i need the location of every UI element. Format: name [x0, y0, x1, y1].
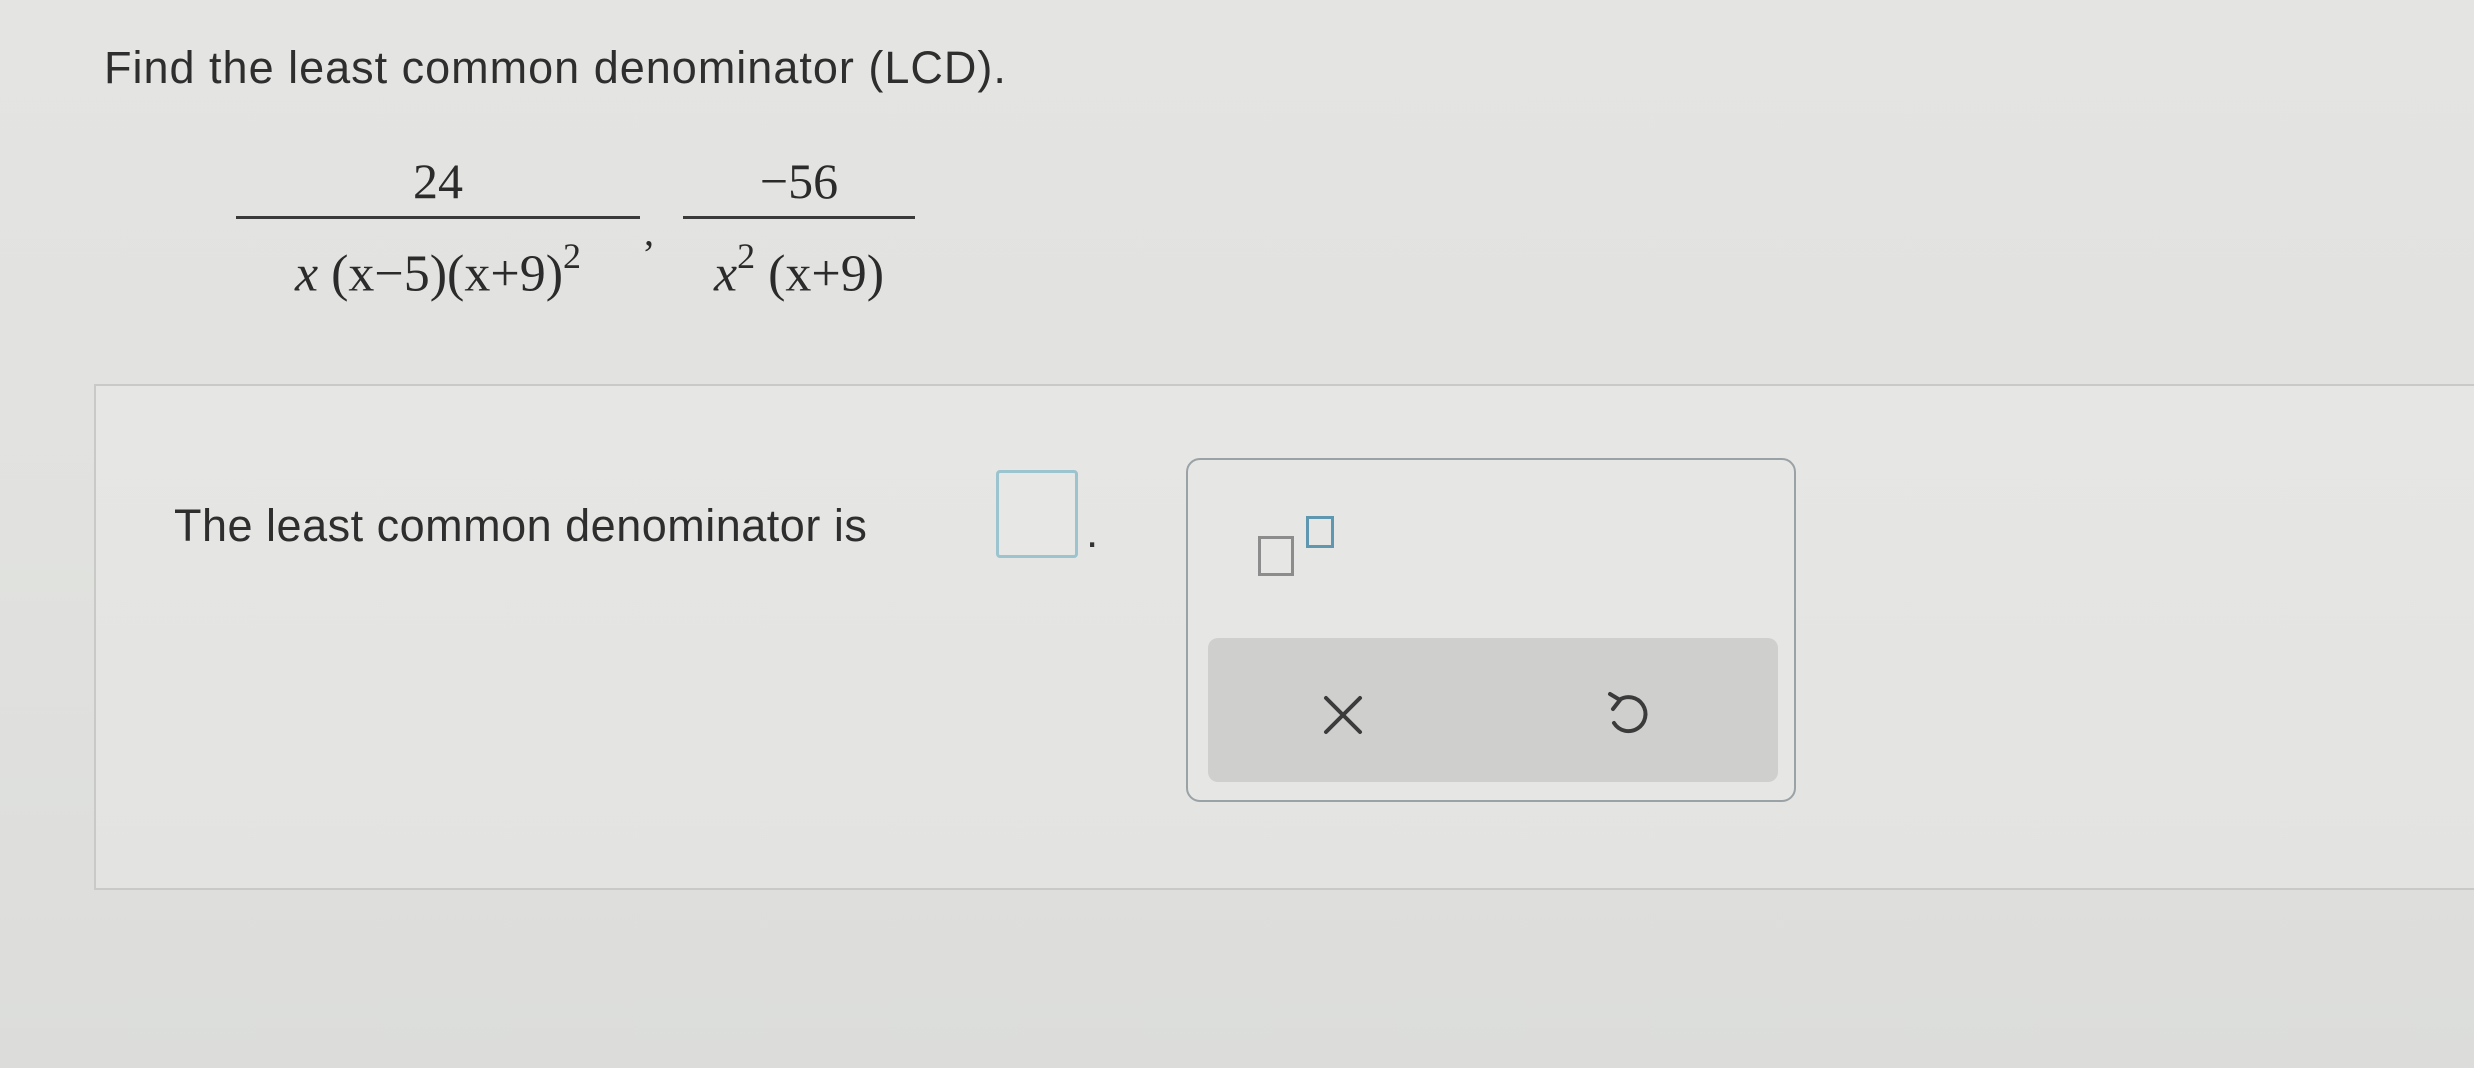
- exponent-template-button[interactable]: [1258, 508, 1338, 588]
- fraction-2-denominator: x2 (x+9): [683, 225, 915, 302]
- fraction-2-den-factor: (x+9): [768, 245, 885, 303]
- fraction-2-den-x: x: [713, 245, 738, 303]
- fraction-1-den-factor-a: (x−5): [331, 245, 448, 303]
- answer-label: The least common denominator is: [174, 500, 868, 551]
- fraction-1: 24 x (x−5)(x+9)2: [236, 150, 640, 302]
- undo-icon: [1608, 692, 1648, 734]
- fraction-2: −56 x2 (x+9): [683, 150, 915, 302]
- answer-period: .: [1086, 508, 1099, 557]
- fraction-1-den-exponent: 2: [563, 236, 582, 276]
- question-title: Find the least common denominator (LCD).: [104, 42, 1007, 93]
- clear-button[interactable]: [1298, 670, 1388, 760]
- fraction-2-numerator: −56: [759, 153, 839, 209]
- fraction-1-bar: [236, 216, 640, 219]
- fraction-2-den-exponent: 2: [737, 236, 756, 276]
- undo-button[interactable]: [1584, 670, 1674, 760]
- exponent-base-box: [1258, 536, 1294, 576]
- fraction-separator: ,: [644, 209, 654, 254]
- fraction-1-numerator: 24: [413, 153, 463, 209]
- fraction-1-den-factor-b: (x+9): [447, 245, 564, 303]
- fraction-1-den-x: x: [294, 245, 319, 303]
- answer-input[interactable]: [996, 470, 1078, 558]
- palette-action-bar: [1208, 638, 1778, 782]
- exponent-power-box: [1306, 516, 1334, 548]
- close-icon: [1324, 696, 1362, 734]
- fraction-2-bar: [683, 216, 915, 219]
- fraction-1-denominator: x (x−5)(x+9)2: [236, 225, 640, 302]
